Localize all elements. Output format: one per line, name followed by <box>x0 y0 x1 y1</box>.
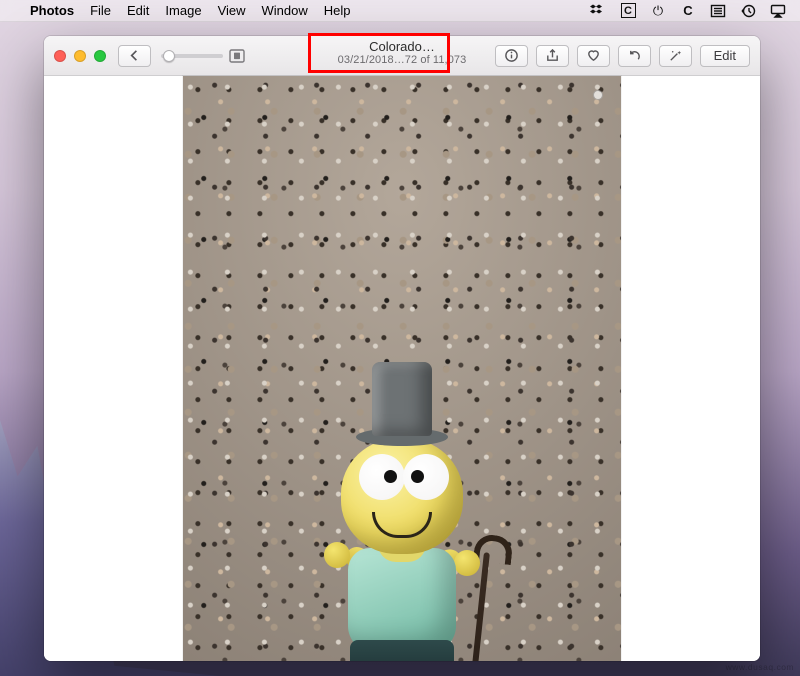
app-menu[interactable]: Photos <box>30 3 74 18</box>
rotate-button[interactable] <box>618 45 651 67</box>
window-title: Colorado… <box>338 40 467 54</box>
back-button[interactable] <box>118 45 151 67</box>
zoom-thumb[interactable] <box>163 50 175 62</box>
menu-image[interactable]: Image <box>165 3 201 18</box>
edit-button[interactable]: Edit <box>700 45 750 67</box>
window-toolbar: Colorado… 03/21/2018…72 of 11,073 Edit <box>44 36 760 76</box>
fullscreen-window-button[interactable] <box>94 50 106 62</box>
menu-view[interactable]: View <box>218 3 246 18</box>
share-button[interactable] <box>536 45 569 67</box>
airplay-icon[interactable] <box>770 3 786 19</box>
watermark: www.dusaq.com <box>726 662 794 672</box>
window-subtitle: 03/21/2018…72 of 11,073 <box>338 54 467 66</box>
dropbox-icon[interactable] <box>590 3 606 19</box>
letter-c-icon[interactable]: C <box>680 3 696 19</box>
minimize-window-button[interactable] <box>74 50 86 62</box>
window-title-block: Colorado… 03/21/2018…72 of 11,073 <box>338 40 467 66</box>
favorite-button[interactable] <box>577 45 610 67</box>
auto-enhance-button[interactable] <box>659 45 692 67</box>
close-window-button[interactable] <box>54 50 66 62</box>
photo-image <box>183 76 621 661</box>
power-icon[interactable]: ⏻ <box>650 3 666 19</box>
zoom-track[interactable] <box>161 54 223 58</box>
photos-window: Colorado… 03/21/2018…72 of 11,073 Edit <box>44 36 760 661</box>
menu-edit[interactable]: Edit <box>127 3 149 18</box>
menu-help[interactable]: Help <box>324 3 351 18</box>
zoom-slider[interactable] <box>161 49 245 63</box>
menu-window[interactable]: Window <box>262 3 308 18</box>
time-machine-icon[interactable] <box>740 3 756 19</box>
box-c-icon[interactable]: C <box>620 3 636 19</box>
list-icon[interactable] <box>710 3 726 19</box>
location-pin-icon <box>593 90 603 100</box>
info-button[interactable] <box>495 45 528 67</box>
menu-file[interactable]: File <box>90 3 111 18</box>
traffic-lights <box>54 50 106 62</box>
mac-menubar: Photos File Edit Image View Window Help … <box>0 0 800 22</box>
photo-viewport[interactable] <box>44 76 760 661</box>
zoom-photo-icon <box>229 49 245 63</box>
